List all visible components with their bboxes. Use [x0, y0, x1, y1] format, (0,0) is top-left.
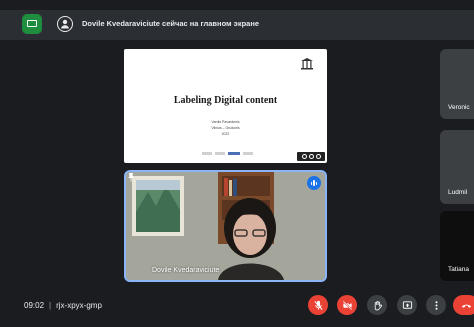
camera-toggle-button[interactable]: [337, 295, 357, 315]
participant-name: Ludmil: [448, 189, 468, 196]
footer-logo: [243, 152, 253, 155]
camera-feed: [126, 172, 325, 280]
present-now-icon: [402, 300, 412, 309]
footer-logo: [215, 152, 225, 155]
mic-off-icon: [313, 300, 323, 310]
footer-logo: [228, 152, 240, 155]
audio-level-icon: [307, 176, 321, 190]
camera-tile[interactable]: Dovile Kvedaraviciute: [124, 170, 327, 282]
slide-subtitle-line: Vardis Pavardenis: [211, 120, 240, 124]
more-options-button[interactable]: [426, 295, 446, 315]
mic-toggle-button[interactable]: [308, 295, 328, 315]
participant-name: Dovile Kvedaraviciute: [152, 267, 220, 274]
raise-hand-icon: [374, 300, 382, 310]
slide-subtitle-line: 2022: [221, 132, 230, 136]
slide-subtitle-line: Vilnius – Grudonis: [211, 126, 240, 130]
meeting-info: 09:02 | rjx-xpyx-gmp: [24, 301, 102, 310]
banner-text: Dovile Kvedaraviciute сейчас на главном …: [82, 19, 260, 28]
participant-name: Veronic: [448, 104, 470, 111]
participant-tile[interactable]: Tatiana: [440, 211, 474, 281]
cc-license-icon: [297, 152, 325, 161]
camera-off-icon: [342, 300, 352, 310]
slide-title: Labeling Digital content: [173, 95, 278, 106]
presentation-tile[interactable]: Labeling Digital content Vardis Pavarden…: [124, 49, 327, 163]
meeting-code: rjx-xpyx-gmp: [56, 301, 102, 310]
presenting-user-icon: [57, 16, 73, 32]
pin-icon[interactable]: [126, 172, 136, 182]
raise-hand-button[interactable]: [367, 295, 387, 315]
meeting-time: 09:02: [24, 301, 45, 310]
university-logo-icon: [301, 58, 313, 70]
participant-tile[interactable]: Ludmil: [440, 130, 474, 204]
present-now-button[interactable]: [397, 295, 417, 315]
meet-badge-icon: [22, 14, 42, 34]
participant-name: Tatiana: [448, 266, 469, 273]
more-options-icon: [434, 300, 438, 310]
participant-tile[interactable]: Veronic: [440, 49, 474, 119]
meet-window: Dovile Kvedaraviciute сейчас на главном …: [0, 0, 474, 327]
end-call-button[interactable]: [453, 295, 474, 315]
end-call-icon: [461, 304, 471, 308]
footer-logo: [202, 152, 212, 155]
slide-footer: [202, 152, 253, 155]
presenting-banner: Dovile Kvedaraviciute сейчас на главном …: [0, 10, 474, 40]
